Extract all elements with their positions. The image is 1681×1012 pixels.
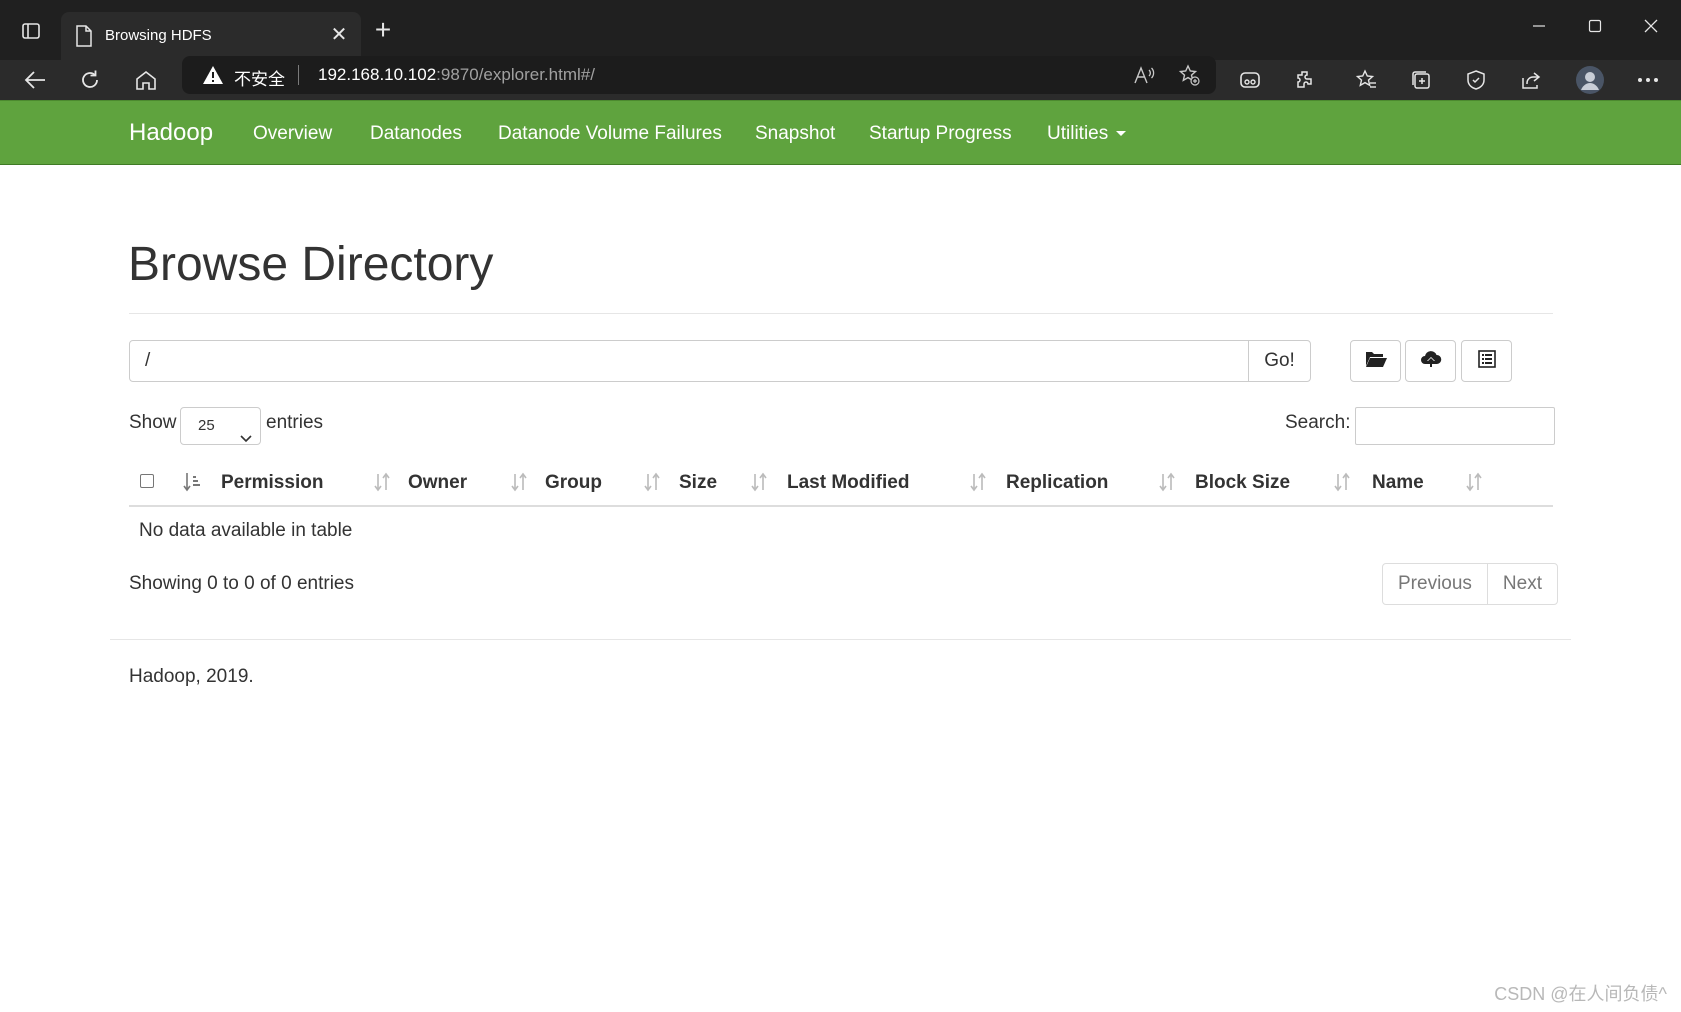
sort-both-icon[interactable] bbox=[643, 472, 661, 492]
upload-files-button[interactable] bbox=[1405, 340, 1456, 382]
sort-both-icon[interactable] bbox=[969, 472, 987, 492]
insecure-label[interactable]: 不安全 bbox=[234, 65, 285, 90]
go-button[interactable]: Go! bbox=[1248, 340, 1311, 382]
tab-title: Browsing HDFS bbox=[105, 27, 212, 44]
browser-tab[interactable]: Browsing HDFS ✕ bbox=[61, 12, 361, 60]
close-tab-icon[interactable]: ✕ bbox=[329, 25, 349, 45]
back-icon[interactable] bbox=[15, 60, 55, 100]
column-header-permission[interactable]: Permission bbox=[221, 472, 323, 494]
watermark: CSDN @在人间负债^ bbox=[1494, 984, 1667, 1004]
new-tab-icon[interactable]: + bbox=[370, 16, 396, 44]
column-header-owner[interactable]: Owner bbox=[408, 472, 467, 494]
page-size-value: 25 bbox=[198, 417, 215, 434]
page-title: Browse Directory bbox=[128, 238, 494, 291]
column-header-size[interactable]: Size bbox=[679, 472, 717, 494]
extensions-icon[interactable] bbox=[1285, 60, 1325, 100]
warning-icon[interactable] bbox=[202, 65, 224, 85]
favorites-icon[interactable] bbox=[1346, 60, 1386, 100]
nav-startup-progress[interactable]: Startup Progress bbox=[869, 123, 1012, 145]
collections-icon[interactable] bbox=[1401, 60, 1441, 100]
table-search-input[interactable] bbox=[1355, 407, 1555, 445]
create-directory-button[interactable] bbox=[1350, 340, 1401, 382]
browser-titlebar: Browsing HDFS ✕ + bbox=[0, 0, 1681, 60]
nav-snapshot[interactable]: Snapshot bbox=[755, 123, 835, 145]
nav-overview[interactable]: Overview bbox=[253, 123, 332, 145]
address-bar[interactable]: 不安全 192.168.10.102:9870/explorer.html#/ bbox=[182, 56, 1216, 94]
column-header-name[interactable]: Name bbox=[1372, 472, 1424, 494]
nav-datanode-volume-failures[interactable]: Datanode Volume Failures bbox=[498, 123, 722, 145]
caret-down-icon bbox=[1116, 131, 1127, 137]
search-label: Search: bbox=[1285, 412, 1351, 433]
close-window-icon[interactable] bbox=[1628, 12, 1674, 40]
directory-path-input[interactable]: / bbox=[129, 340, 1249, 382]
sort-both-icon[interactable] bbox=[750, 472, 768, 492]
add-favorite-icon[interactable] bbox=[1176, 63, 1202, 87]
sort-both-icon[interactable] bbox=[1465, 472, 1483, 492]
nav-utilities-label: Utilities bbox=[1047, 123, 1109, 144]
previous-page-button[interactable]: Previous bbox=[1383, 564, 1487, 604]
footer-text: Hadoop, 2019. bbox=[129, 666, 254, 687]
folder-open-icon bbox=[1365, 350, 1387, 373]
footer-divider bbox=[110, 639, 1571, 640]
chevron-down-icon bbox=[240, 421, 252, 443]
browser-performance-icon[interactable] bbox=[1456, 60, 1496, 100]
address-divider bbox=[298, 65, 299, 85]
more-options-icon[interactable] bbox=[1628, 60, 1668, 100]
entries-label: entries bbox=[266, 412, 324, 433]
url-host: 192.168.10.102 bbox=[318, 65, 437, 84]
hadoop-navbar: Hadoop Overview Datanodes Datanode Volum… bbox=[0, 100, 1681, 165]
minimize-icon[interactable] bbox=[1516, 12, 1562, 40]
column-header-block-size[interactable]: Block Size bbox=[1195, 472, 1290, 494]
title-divider bbox=[129, 313, 1553, 314]
sort-both-icon[interactable] bbox=[1333, 472, 1351, 492]
read-aloud-icon[interactable] bbox=[1132, 63, 1158, 87]
browser-essentials-icon[interactable] bbox=[1230, 60, 1270, 100]
sort-asc-icon[interactable] bbox=[183, 472, 201, 492]
cloud-upload-icon bbox=[1420, 350, 1442, 373]
select-all-checkbox[interactable] bbox=[140, 474, 154, 488]
show-entries-label: Show bbox=[129, 412, 177, 433]
empty-table-message: No data available in table bbox=[139, 520, 353, 541]
sort-both-icon[interactable] bbox=[373, 472, 391, 492]
brand-link[interactable]: Hadoop bbox=[129, 119, 213, 147]
url-text[interactable]: 192.168.10.102:9870/explorer.html#/ bbox=[318, 65, 595, 85]
page-size-select[interactable]: 25 bbox=[180, 407, 261, 445]
column-header-replication[interactable]: Replication bbox=[1006, 472, 1108, 494]
table-header-row: Permission Owner Group Size Last Modifie… bbox=[129, 460, 1553, 507]
nav-datanodes[interactable]: Datanodes bbox=[370, 123, 462, 145]
cut-paste-button[interactable] bbox=[1461, 340, 1512, 382]
tab-actions-icon[interactable] bbox=[18, 18, 44, 44]
next-page-button[interactable]: Next bbox=[1486, 564, 1557, 604]
profile-avatar[interactable] bbox=[1570, 60, 1610, 100]
url-path: :9870/explorer.html#/ bbox=[436, 65, 595, 84]
column-header-group[interactable]: Group bbox=[545, 472, 602, 494]
maximize-icon[interactable] bbox=[1572, 12, 1618, 40]
sort-both-icon[interactable] bbox=[510, 472, 528, 492]
page-icon bbox=[75, 25, 95, 47]
pagination: Previous Next bbox=[1382, 563, 1558, 605]
table-info: Showing 0 to 0 of 0 entries bbox=[129, 573, 354, 594]
nav-utilities-dropdown[interactable]: Utilities bbox=[1047, 123, 1127, 145]
sort-both-icon[interactable] bbox=[1158, 472, 1176, 492]
list-alt-icon bbox=[1477, 349, 1496, 373]
home-icon[interactable] bbox=[126, 60, 166, 100]
refresh-icon[interactable] bbox=[70, 60, 110, 100]
share-icon[interactable] bbox=[1511, 60, 1551, 100]
column-header-last-modified[interactable]: Last Modified bbox=[787, 472, 909, 494]
